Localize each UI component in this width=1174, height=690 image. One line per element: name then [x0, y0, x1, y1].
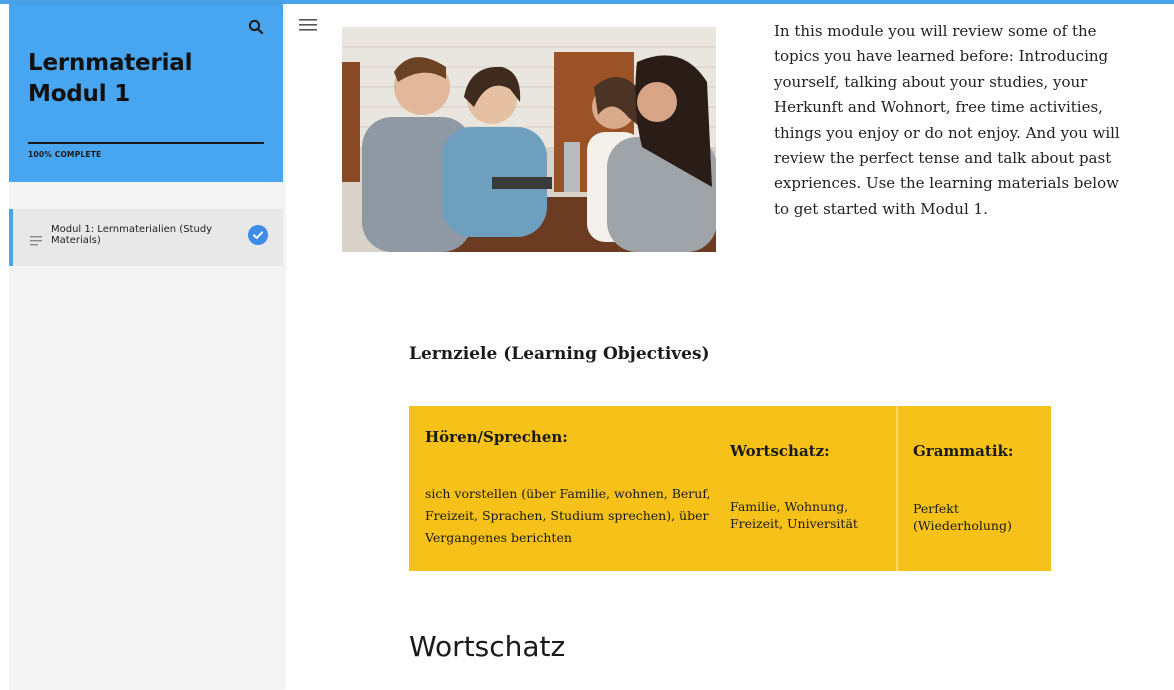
- check-circle-icon: [248, 225, 268, 245]
- column-divider: [896, 406, 898, 571]
- objective-body-grammatik: Perfekt (Wiederholung): [913, 501, 1012, 533]
- sidebar-item-label: Modul 1: Lernmaterialien (Study Material…: [51, 224, 213, 246]
- objectives-table: Hören/Sprechen: sich vorstellen (über Fa…: [409, 406, 1051, 571]
- wortschatz-section-heading: Wortschatz: [409, 630, 566, 663]
- hamburger-menu-icon[interactable]: [299, 17, 317, 31]
- objective-heading-wortschatz: Wortschatz:: [730, 442, 830, 460]
- progress-text: 100% COMPLETE: [28, 150, 102, 159]
- objective-body-hoeren: sich vorstellen (über Familie, wohnen, B…: [425, 486, 711, 545]
- progress-bar: [28, 142, 264, 144]
- course-sidebar: Lernmaterial Modul 1 100% COMPLETE Modul…: [9, 4, 283, 690]
- objective-heading-hoeren: Hören/Sprechen:: [425, 428, 568, 446]
- lines-icon: [30, 231, 42, 246]
- objective-body-wortschatz: Familie, Wohnung, Freizeit, Universität: [730, 499, 858, 531]
- search-icon[interactable]: [247, 18, 265, 36]
- students-photo: [342, 27, 716, 252]
- progress-fill: [28, 142, 264, 144]
- sidebar-header: Lernmaterial Modul 1 100% COMPLETE: [9, 4, 283, 182]
- objectives-heading: Lernziele (Learning Objectives): [409, 344, 710, 364]
- course-title: Lernmaterial Modul 1: [28, 50, 193, 107]
- module-intro-text: In this module you will review some of t…: [774, 22, 1120, 218]
- sidebar-item-modul-1[interactable]: Modul 1: Lernmaterialien (Study Material…: [9, 209, 283, 266]
- objective-heading-grammatik: Grammatik:: [913, 442, 1014, 460]
